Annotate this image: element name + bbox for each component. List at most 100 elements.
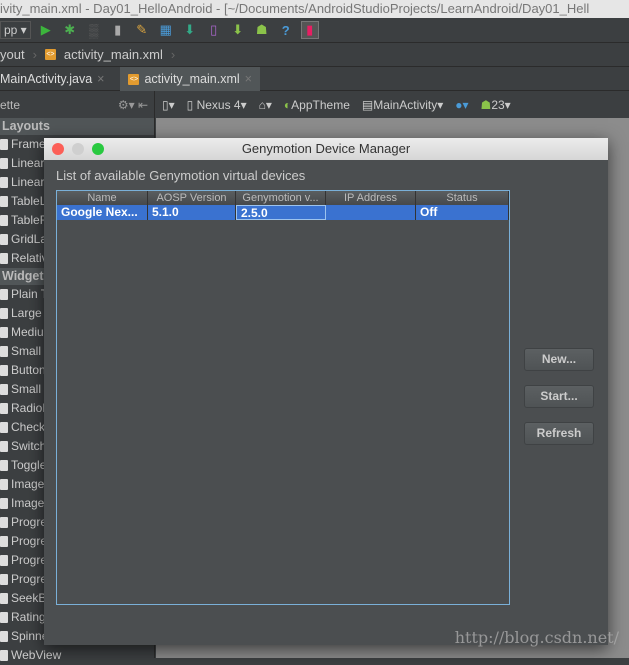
genymotion-icon[interactable]: ▮ xyxy=(300,21,319,39)
editor-tabs: MainActivity.java × <> activity_main.xml… xyxy=(0,67,629,91)
run-icon[interactable]: ▶ xyxy=(37,21,55,39)
widget-icon xyxy=(0,289,8,300)
widget-icon xyxy=(0,384,8,395)
xml-file-icon: <> xyxy=(44,49,56,60)
breadcrumb: yout › <> activity_main.xml › xyxy=(0,43,629,67)
chevron-right-icon: › xyxy=(170,47,176,62)
palette-title: ette xyxy=(0,97,21,112)
widget-icon xyxy=(0,308,8,319)
avd-manager-icon[interactable]: ▯ xyxy=(205,21,223,39)
sync-icon[interactable]: ⬇ xyxy=(181,21,199,39)
close-icon[interactable]: × xyxy=(97,67,104,91)
widget-icon xyxy=(0,460,8,471)
globe-icon[interactable]: ●▾ xyxy=(455,98,468,112)
widget-icon xyxy=(0,536,8,547)
android-sdk-icon[interactable]: ⬇ xyxy=(229,21,247,39)
activity-label: MainActivity xyxy=(373,97,438,112)
device-config-icon[interactable]: ▯▾ xyxy=(162,98,175,112)
cell-genymotion: 2.5.0 xyxy=(236,205,326,220)
genymotion-device-manager-dialog: Genymotion Device Manager List of availa… xyxy=(44,138,608,645)
widget-icon xyxy=(0,479,8,490)
widget-icon xyxy=(0,555,8,566)
api-label: 23 xyxy=(491,97,505,112)
device-select[interactable]: ▯ Nexus 4▾ xyxy=(187,98,247,112)
widget-icon xyxy=(0,517,8,528)
widget-icon xyxy=(0,365,8,376)
column-header-aosp[interactable]: AOSP Version xyxy=(148,191,236,205)
widget-icon xyxy=(0,346,8,357)
column-header-status[interactable]: Status xyxy=(416,191,509,205)
widget-icon xyxy=(0,196,8,207)
hide-panel-icon[interactable]: ⇤ xyxy=(138,98,148,112)
dialog-titlebar: Genymotion Device Manager xyxy=(44,138,608,160)
palette-item-label: WebView xyxy=(11,648,62,662)
attach-icon[interactable]: ▒ xyxy=(85,21,103,39)
theme-select[interactable]: ◐AppTheme xyxy=(284,98,350,112)
help-icon[interactable]: ? xyxy=(277,21,295,39)
table-row[interactable]: Google Nex... 5.1.0 2.5.0 Off xyxy=(57,205,509,220)
widget-icon xyxy=(0,139,8,150)
tab-mainactivity-java[interactable]: MainActivity.java × xyxy=(0,67,112,91)
main-toolbar: pp ▾ ▶ ✱ ▒ ▮ ✎ ▦ ⬇ ▯ ⬇ ☗ ? ▮ xyxy=(0,18,629,43)
widget-icon xyxy=(0,650,8,661)
device-label: Nexus 4 xyxy=(196,97,241,112)
api-select[interactable]: ☗23▾ xyxy=(481,98,511,112)
breadcrumb-item[interactable]: activity_main.xml xyxy=(64,47,163,62)
cell-status: Off xyxy=(416,205,509,220)
palette-item-label: Button xyxy=(11,363,46,377)
orientation-icon[interactable]: ⌂▾ xyxy=(259,98,272,112)
palette-item-label: Switch xyxy=(11,439,47,453)
sdk-manager-icon[interactable]: ▦ xyxy=(157,21,175,39)
breadcrumb-item[interactable]: yout xyxy=(0,47,25,62)
window-title: ivity_main.xml - Day01_HelloAndroid - [~… xyxy=(0,0,629,18)
widget-icon xyxy=(0,327,8,338)
project-structure-icon[interactable]: ✎ xyxy=(133,21,151,39)
start-button[interactable]: Start... xyxy=(524,385,594,408)
widget-icon xyxy=(0,234,8,245)
palette-item[interactable]: WebView xyxy=(0,646,154,665)
column-header-genymotion[interactable]: Genymotion v... xyxy=(236,191,326,205)
widget-icon xyxy=(0,158,8,169)
watermark: http://blog.csdn.net/ xyxy=(454,628,619,647)
widget-icon xyxy=(0,574,8,585)
close-icon[interactable]: × xyxy=(245,67,252,91)
tab-label: activity_main.xml xyxy=(144,72,240,86)
maximize-window-button[interactable] xyxy=(92,143,104,155)
palette-category-layouts[interactable]: Layouts xyxy=(0,118,154,135)
widget-icon xyxy=(0,631,8,642)
widget-icon xyxy=(0,498,8,509)
device-icon[interactable]: ▮ xyxy=(109,21,127,39)
theme-label: AppTheme xyxy=(291,97,350,112)
widget-icon xyxy=(0,441,8,452)
cell-aosp: 5.1.0 xyxy=(148,205,236,220)
widget-icon xyxy=(0,177,8,188)
dialog-title: Genymotion Device Manager xyxy=(241,141,411,156)
dialog-subtitle: List of available Genymotion virtual dev… xyxy=(56,168,306,183)
palette-header: ette ⚙▾ ⇤ xyxy=(0,91,155,118)
devices-table[interactable]: Name AOSP Version Genymotion v... IP Add… xyxy=(56,190,510,605)
cell-ip xyxy=(326,205,416,220)
widget-icon xyxy=(0,422,8,433)
gear-icon[interactable]: ⚙▾ xyxy=(118,98,135,112)
widget-icon xyxy=(0,253,8,264)
column-header-ip[interactable]: IP Address xyxy=(326,191,416,205)
widget-icon xyxy=(0,215,8,226)
xml-file-icon: <> xyxy=(128,73,140,85)
android-monitor-icon[interactable]: ☗ xyxy=(253,21,271,39)
run-config-select[interactable]: pp ▾ xyxy=(0,21,31,39)
widget-icon xyxy=(0,403,8,414)
cell-name: Google Nex... xyxy=(57,205,148,220)
widget-icon xyxy=(0,593,8,604)
minimize-window-button[interactable] xyxy=(72,143,84,155)
refresh-button[interactable]: Refresh xyxy=(524,422,594,445)
debug-icon[interactable]: ✱ xyxy=(61,21,79,39)
widget-icon xyxy=(0,612,8,623)
chevron-right-icon: › xyxy=(32,47,37,62)
new-button[interactable]: New... xyxy=(524,348,594,371)
design-toolbar: ▯▾ ▯ Nexus 4▾ ⌂▾ ◐AppTheme ▤MainActivity… xyxy=(156,91,629,118)
close-window-button[interactable] xyxy=(52,143,64,155)
tab-label: MainActivity.java xyxy=(0,72,93,86)
column-header-name[interactable]: Name xyxy=(57,191,148,205)
tab-activity-main-xml[interactable]: <> activity_main.xml × xyxy=(120,67,260,91)
activity-select[interactable]: ▤MainActivity▾ xyxy=(362,98,443,112)
